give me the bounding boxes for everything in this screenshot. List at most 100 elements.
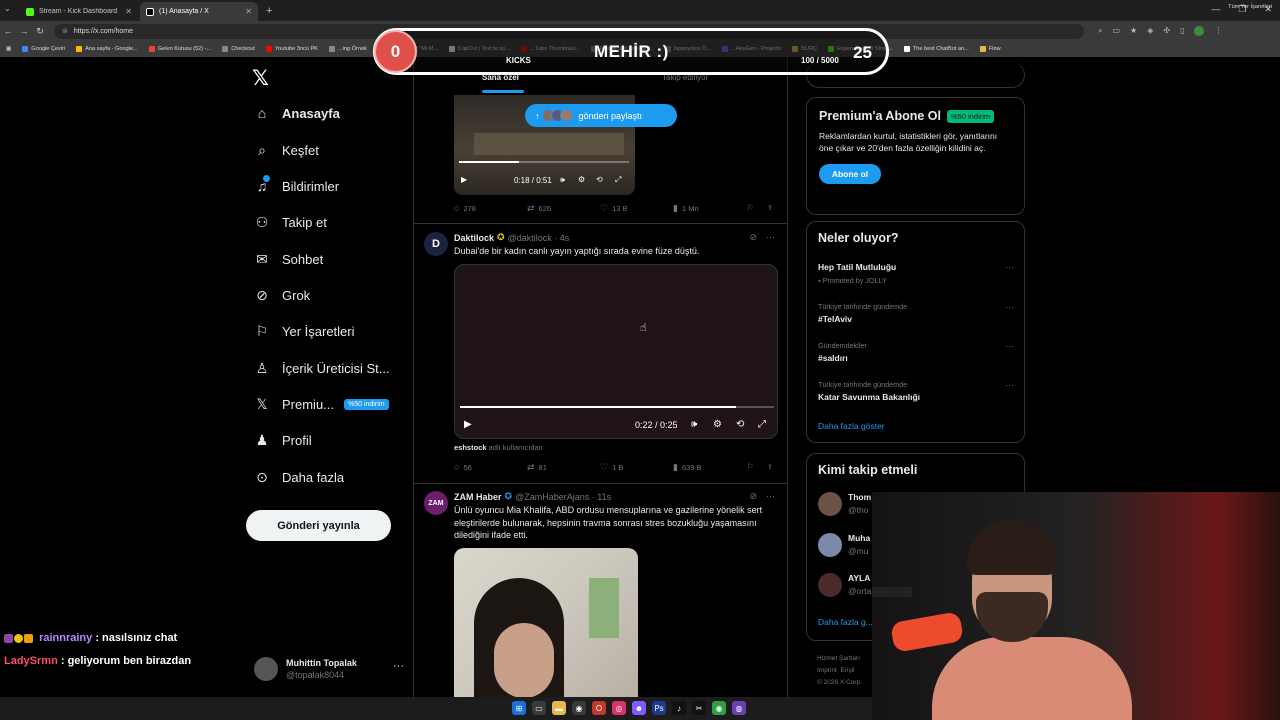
footer-link[interactable]: Imprint	[817, 667, 837, 674]
reload-icon[interactable]: ↻	[32, 26, 48, 37]
avatar[interactable]: ZAM	[424, 491, 448, 515]
repost-button[interactable]: ⇄ 81	[527, 462, 547, 473]
profile-avatar-icon[interactable]	[1194, 26, 1205, 36]
repost-button[interactable]: ⇄ 626	[527, 203, 551, 214]
footer-link[interactable]: Hizmet Şartları	[817, 653, 862, 665]
file-explorer-icon[interactable]: ▬	[552, 701, 566, 715]
nav-item-profile[interactable]: ♟ Profil	[254, 432, 312, 448]
share-icon[interactable]: ⇪	[767, 203, 773, 212]
apps-icon[interactable]: ▦	[6, 46, 11, 52]
nav-item-x-premium[interactable]: 𝕏 Premiu... %50 indirim	[254, 396, 389, 412]
obs-icon[interactable]: ◍	[732, 701, 746, 715]
author-handle[interactable]: @daktilock	[508, 233, 552, 243]
show-more-link[interactable]: Daha fazla g...	[818, 617, 873, 627]
bookmark-item[interactable]: The best ChatBot an...	[903, 46, 969, 52]
play-icon[interactable]: ▶	[461, 175, 467, 184]
footer-link[interactable]: Erişil	[841, 667, 855, 674]
grok-icon[interactable]: ⊘	[749, 491, 757, 502]
follow-suggestion[interactable]: Muha @mu	[818, 533, 870, 557]
tweet-time[interactable]: 4s	[560, 233, 570, 243]
author-handle[interactable]: @ZamHaberAjans	[515, 492, 589, 502]
trend-item[interactable]: Türkiye tarihinde gündemde #TelAviv ···	[818, 302, 1016, 324]
bookmark-item[interactable]: Google Çeviri	[22, 46, 65, 52]
settings-icon[interactable]: ⚙	[713, 419, 722, 430]
more-icon[interactable]: ···	[1005, 341, 1014, 351]
reply-button[interactable]: ○ 278	[454, 203, 476, 213]
sidebar-icon[interactable]: ▯	[1180, 26, 1184, 36]
minimize-icon[interactable]: —	[1211, 4, 1220, 15]
show-more-link[interactable]: Daha fazla göster	[818, 421, 885, 431]
play-icon[interactable]: ▶	[464, 419, 472, 430]
nav-item-grok[interactable]: ⊘ Grok	[254, 287, 310, 303]
avatar[interactable]: D	[424, 232, 448, 256]
trend-item[interactable]: Hep Tatil Mutluluğu ▪ Promoted by JOLLY …	[818, 262, 1016, 285]
volume-icon[interactable]: 🕪	[560, 175, 565, 185]
subscribe-button[interactable]: Abone ol	[819, 164, 881, 184]
author-name[interactable]: ZAM Haber	[454, 492, 502, 502]
like-button[interactable]: ♡ 13 B	[600, 203, 628, 214]
trend-item[interactable]: Gündemdekiler #saldırı ···	[818, 341, 1016, 363]
more-icon[interactable]: ···	[1005, 262, 1014, 272]
bookmark-icon[interactable]: ⚐	[747, 203, 754, 212]
puzzle-icon[interactable]: ✣	[1163, 26, 1170, 36]
video-player[interactable]: ▶ 0:22 / 0:25 🕪 ⚙ ⟲ ⤢	[454, 264, 778, 439]
new-posts-pill[interactable]: ↑ gönderi paylaştı	[525, 104, 677, 127]
site-info-icon[interactable]: ⊜	[62, 27, 68, 35]
video-progress-bar[interactable]	[459, 161, 629, 163]
new-tab-icon[interactable]: +	[266, 5, 272, 17]
instagram-icon[interactable]: ◎	[612, 701, 626, 715]
back-icon[interactable]: ←	[0, 26, 16, 36]
bookmark-item[interactable]: Flow	[979, 46, 1001, 52]
views-button[interactable]: ▮ 639 B	[673, 462, 702, 473]
nav-item-bell[interactable]: ♫ Bildirimler	[254, 175, 339, 194]
loop-icon[interactable]: ⟲	[596, 175, 603, 184]
chrome-alt-icon[interactable]: ◉	[712, 701, 726, 715]
follow-suggestion[interactable]: Thom @tho	[818, 492, 871, 516]
bookmark-icon[interactable]: ⚐	[747, 462, 754, 471]
star-icon[interactable]: ★	[1130, 26, 1137, 36]
reply-button[interactable]: ○ 56	[454, 462, 472, 472]
video-progress-bar[interactable]	[460, 406, 774, 408]
tweet-time[interactable]: 11s	[597, 492, 611, 502]
all-bookmarks-link[interactable]: Tüm Yer İşaretleri	[1228, 4, 1272, 10]
zoom-icon[interactable]: ⌕	[1098, 26, 1102, 36]
browser-tab-kick[interactable]: Stream - Kick Dashboard ✕	[20, 2, 138, 21]
discord-icon[interactable]: ☻	[632, 701, 646, 715]
bookmark-item[interactable]: Checkout	[222, 46, 255, 52]
close-tab-icon[interactable]: ✕	[245, 7, 252, 16]
nav-item-add-user[interactable]: ⚇ Takip et	[254, 214, 327, 230]
views-button[interactable]: ▮ 1 Mn	[673, 203, 699, 214]
nav-item-bookmark[interactable]: ⚐ Yer İşaretleri	[254, 323, 355, 339]
close-tab-icon[interactable]: ✕	[125, 7, 132, 16]
account-switcher[interactable]: Muhittin Topalak @topalak8044 ···	[254, 654, 404, 684]
like-button[interactable]: ♡ 1 B	[600, 462, 623, 473]
volume-icon[interactable]: 🕪	[691, 419, 697, 430]
capcut-icon[interactable]: ✂	[692, 701, 706, 715]
more-icon[interactable]: ···	[766, 232, 775, 243]
bookmark-item[interactable]: Youtube 3ncü PK	[265, 46, 318, 52]
nav-item-home[interactable]: ⌂ Anasayfa	[254, 105, 340, 121]
chrome-icon[interactable]: ◉	[572, 701, 586, 715]
more-options-icon[interactable]: ···	[393, 660, 404, 672]
cast-icon[interactable]: ▭	[1112, 26, 1120, 36]
forward-icon[interactable]: →	[16, 26, 32, 36]
tweet-image[interactable]	[454, 548, 638, 697]
grok-icon[interactable]: ⊘	[749, 232, 757, 243]
bookmark-item[interactable]: Gelen Kutusu (52) -...	[148, 46, 211, 52]
nav-item-mail[interactable]: ✉ Sohbet	[254, 251, 323, 267]
settings-icon[interactable]: ⚙	[578, 175, 585, 184]
browser-tab-x[interactable]: (1) Anasayfa / X ✕	[140, 2, 258, 21]
more-icon[interactable]: ···	[1005, 380, 1014, 390]
trend-item[interactable]: Türkiye tarihinde gündemde Katar Savunma…	[818, 380, 1016, 402]
nav-item-creator[interactable]: ♙ İçerik Üreticisi St...	[254, 360, 390, 376]
opera-icon[interactable]: O	[592, 701, 606, 715]
bookmark-item[interactable]: Ana sayfa - Google...	[76, 46, 138, 52]
bookmark-item[interactable]: ...ing Örnek	[328, 46, 367, 52]
extension-icon[interactable]: ◈	[1147, 26, 1153, 36]
windows-start-icon[interactable]: ⊞	[512, 701, 526, 715]
post-button[interactable]: Gönderi yayınla	[246, 510, 391, 541]
loop-icon[interactable]: ⟲	[736, 419, 744, 430]
x-logo-icon[interactable]: 𝕏	[252, 66, 269, 91]
nav-item-more-circle[interactable]: ⊙ Daha fazla	[254, 469, 344, 485]
credit-user[interactable]: eshstock	[454, 443, 487, 452]
